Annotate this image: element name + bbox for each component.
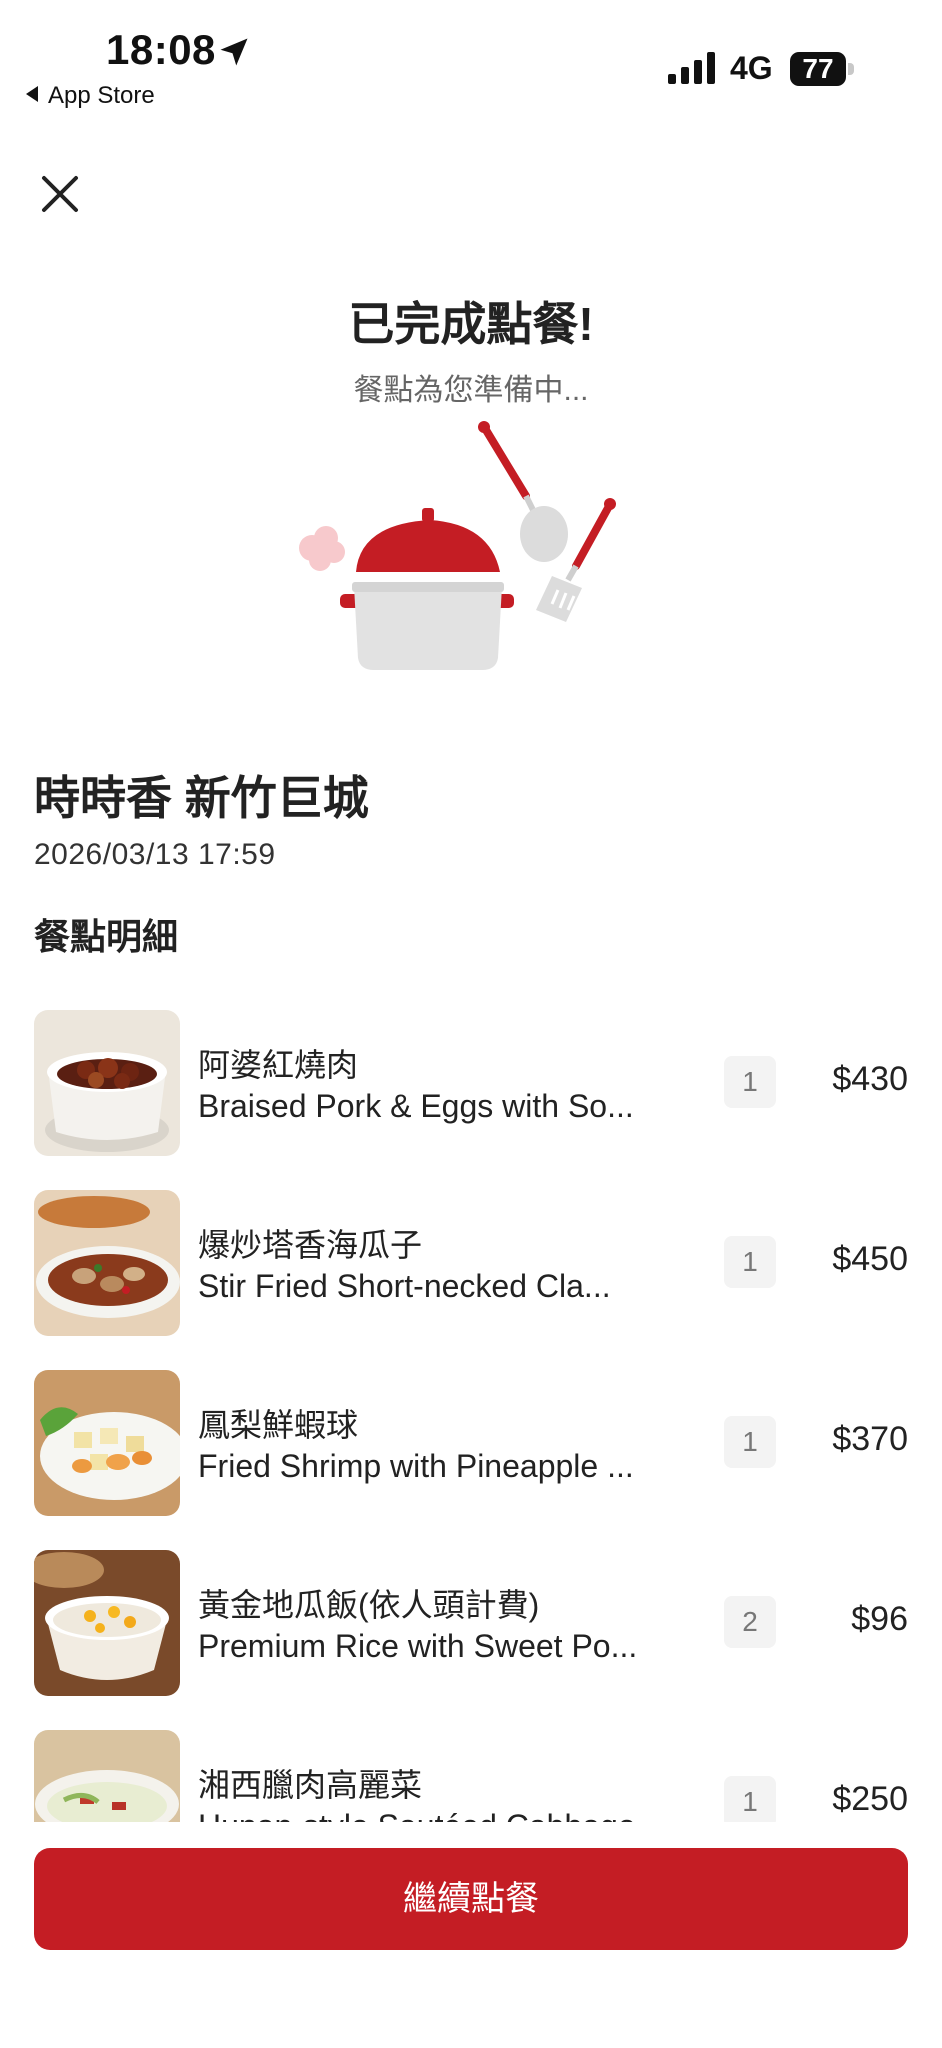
item-name-zh: 阿婆紅燒肉 bbox=[198, 1047, 359, 1083]
item-name-zh: 鳳梨鮮蝦球 bbox=[198, 1407, 359, 1443]
order-item: 阿婆紅燒肉 Braised Pork & Eggs with So... 1 $… bbox=[0, 1004, 942, 1156]
item-price: $250 bbox=[832, 1780, 908, 1818]
battery-indicator: 77 bbox=[790, 52, 856, 86]
order-details-heading: 餐點明細 bbox=[34, 916, 179, 957]
item-quantity: 2 bbox=[724, 1596, 776, 1648]
dish-image-hunan-cabbage bbox=[34, 1730, 180, 1822]
back-app-label: App Store bbox=[48, 82, 155, 109]
item-quantity: 1 bbox=[724, 1416, 776, 1468]
item-price: $370 bbox=[832, 1420, 908, 1458]
item-name-en: Premium Rice with Sweet Po... bbox=[198, 1628, 638, 1664]
item-name-zh: 湘西臘肉高麗菜 bbox=[198, 1767, 423, 1803]
dish-image-stir-fried-clams bbox=[34, 1190, 180, 1336]
order-item: 湘西臘肉高麗菜 Hunan-style Sautéed Cabbage 1 $2… bbox=[0, 1724, 942, 1822]
item-price: $450 bbox=[832, 1240, 908, 1278]
order-datetime: 2026/03/13 17:59 bbox=[34, 838, 276, 871]
order-item: 鳳梨鮮蝦球 Fried Shrimp with Pineapple ... 1 … bbox=[0, 1364, 942, 1516]
store-name: 時時香 新竹巨城 bbox=[34, 772, 369, 824]
network-type: 4G bbox=[730, 50, 773, 86]
close-icon[interactable] bbox=[38, 172, 82, 216]
item-quantity: 1 bbox=[724, 1776, 776, 1822]
item-name-zh: 爆炒塔香海瓜子 bbox=[198, 1227, 423, 1263]
item-price: $430 bbox=[832, 1060, 908, 1098]
cellular-signal-icon bbox=[668, 52, 715, 84]
item-quantity: 1 bbox=[724, 1236, 776, 1288]
battery-cap bbox=[848, 63, 854, 75]
order-item-list[interactable]: 阿婆紅燒肉 Braised Pork & Eggs with So... 1 $… bbox=[0, 1004, 942, 1822]
item-name-zh: 黃金地瓜飯(依人頭計費) bbox=[198, 1587, 540, 1623]
back-to-app-store-link[interactable]: App Store bbox=[26, 82, 155, 110]
dish-image-sweet-potato-rice bbox=[34, 1550, 180, 1696]
order-status-subtitle: 餐點為您準備中... bbox=[353, 374, 589, 407]
cooking-pot-illustration bbox=[299, 421, 616, 670]
order-complete-title: 已完成點餐! bbox=[348, 298, 594, 350]
item-quantity: 1 bbox=[724, 1056, 776, 1108]
location-arrow-icon bbox=[220, 38, 248, 66]
dish-image-braised-pork bbox=[34, 1010, 180, 1156]
battery-level: 77 bbox=[790, 52, 846, 86]
dish-image-pineapple-shrimp bbox=[34, 1370, 180, 1516]
item-price: $96 bbox=[851, 1600, 908, 1638]
back-triangle-icon bbox=[26, 86, 38, 102]
item-name-en: Hunan-style Sautéed Cabbage bbox=[198, 1808, 708, 1822]
item-name-en: Braised Pork & Eggs with So... bbox=[198, 1088, 634, 1124]
continue-ordering-button[interactable]: 繼續點餐 bbox=[34, 1848, 908, 1950]
item-name-en: Fried Shrimp with Pineapple ... bbox=[198, 1448, 634, 1484]
item-name-en: Stir Fried Short-necked Cla... bbox=[198, 1268, 611, 1304]
status-time: 18:08 bbox=[106, 26, 216, 73]
order-item: 爆炒塔香海瓜子 Stir Fried Short-necked Cla... 1… bbox=[0, 1184, 942, 1336]
order-item: 黃金地瓜飯(依人頭計費) Premium Rice with Sweet Po.… bbox=[0, 1544, 942, 1696]
